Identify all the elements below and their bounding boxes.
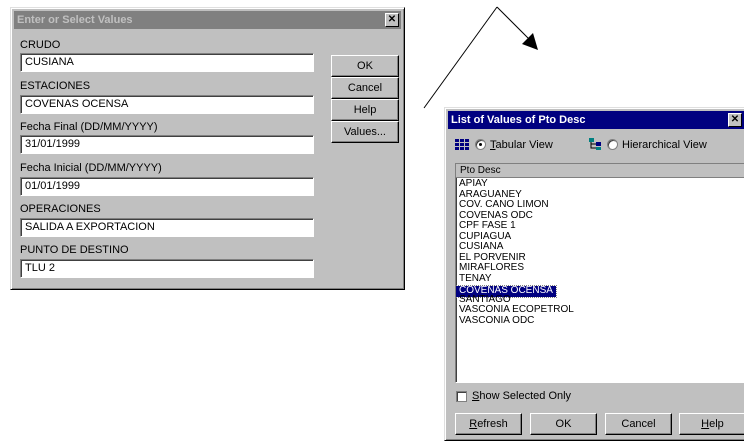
close-icon[interactable]: ✕	[728, 113, 742, 127]
operaciones-field[interactable]: SALIDA A EXPORTACION	[20, 218, 314, 237]
dialog-titlebar: Enter or Select Values ✕	[14, 11, 401, 29]
punto-destino-field[interactable]: TLU 2	[20, 259, 314, 278]
field-label-estaciones: ESTACIONES	[20, 80, 91, 92]
fecha-final-field[interactable]: 31/01/1999	[20, 135, 314, 154]
lov-help-button-text: elp	[709, 418, 724, 430]
list-item[interactable]: CUSIANA	[456, 241, 744, 253]
list-header-label: Pto Desc	[460, 165, 501, 176]
hierarchical-view-label[interactable]: Hierarchical View	[622, 139, 707, 151]
crudo-field[interactable]: CUSIANA	[20, 53, 314, 72]
field-label-fecha-inicial: Fecha Inicial (DD/MM/YYYY)	[20, 162, 162, 174]
hierarchical-view-radio[interactable]	[607, 139, 618, 150]
help-button[interactable]: Help	[331, 99, 399, 121]
tabular-view-text: abular View	[495, 139, 553, 151]
show-selected-only-label[interactable]: Show Selected Only	[472, 390, 571, 402]
list-item[interactable]: CPF FASE 1	[456, 220, 744, 232]
cancel-button[interactable]: Cancel	[331, 77, 399, 99]
grid-icon	[455, 139, 469, 150]
values-listbox[interactable]: Pto Desc APIAY ARAGUANEY COV. CANO LIMON…	[455, 163, 744, 383]
list-item[interactable]: APIAY	[456, 178, 744, 190]
field-label-crudo: CRUDO	[20, 39, 61, 51]
lov-ok-button[interactable]: OK	[530, 413, 597, 435]
list-items: APIAY ARAGUANEY COV. CANO LIMON COVENAS …	[455, 178, 744, 327]
tabular-view-radio[interactable]	[475, 139, 486, 150]
list-header: Pto Desc	[456, 164, 744, 178]
field-label-operaciones: OPERACIONES	[20, 203, 101, 215]
enter-values-dialog: Enter or Select Values ✕ CRUDO CUSIANA E…	[10, 7, 405, 290]
tree-icon	[589, 138, 601, 150]
field-label-punto-destino: PUNTO DE DESTINO	[20, 244, 129, 256]
list-item[interactable]: TENAY	[456, 273, 744, 285]
ok-button[interactable]: OK	[331, 55, 399, 77]
lov-cancel-button[interactable]: Cancel	[605, 413, 672, 435]
list-item[interactable]: VASCONIA ODC	[456, 315, 744, 327]
refresh-button[interactable]: Refresh	[455, 413, 522, 435]
show-selected-only-checkbox[interactable]	[456, 391, 467, 402]
dialog-title: Enter or Select Values	[17, 14, 133, 26]
values-button[interactable]: Values...	[331, 121, 399, 143]
list-of-values-dialog: List of Values of Pto Desc ✕ Tabular Vie…	[444, 107, 744, 441]
field-label-fecha-final: Fecha Final (DD/MM/YYYY)	[20, 121, 158, 133]
lov-titlebar: List of Values of Pto Desc ✕	[448, 111, 744, 129]
tabular-view-label[interactable]: Tabular View	[490, 139, 553, 151]
list-item[interactable]: VASCONIA ECOPETROL	[456, 304, 744, 316]
lov-help-button[interactable]: Help	[679, 413, 744, 435]
list-item-selected-row: COVENAS OCENSA	[455, 284, 744, 298]
refresh-button-text: efresh	[477, 418, 508, 430]
list-item[interactable]: MIRAFLORES	[456, 262, 744, 274]
close-icon[interactable]: ✕	[385, 13, 399, 27]
list-item[interactable]: COV. CANO LIMON	[456, 199, 744, 211]
fecha-inicial-field[interactable]: 01/01/1999	[20, 177, 314, 196]
show-selected-only-text: how Selected Only	[479, 390, 572, 402]
lov-title: List of Values of Pto Desc	[451, 114, 586, 126]
estaciones-field[interactable]: COVENAS OCENSA	[20, 95, 314, 114]
